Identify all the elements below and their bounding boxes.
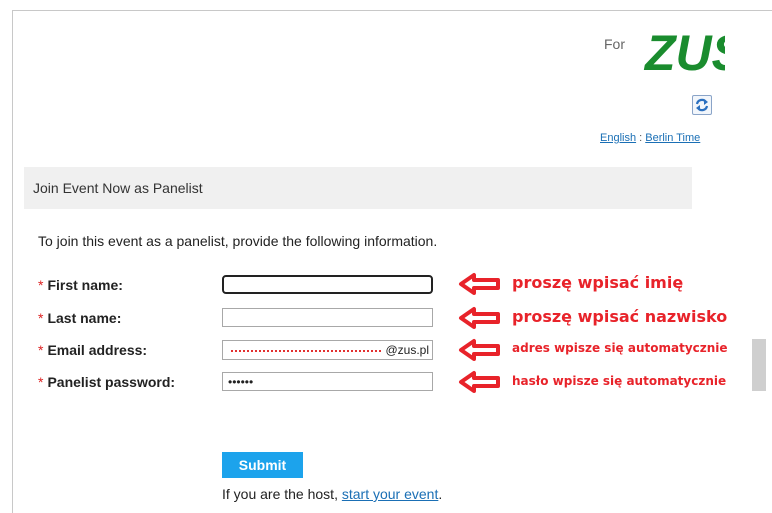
lang-separator: : bbox=[636, 132, 646, 144]
refresh-icon bbox=[695, 98, 709, 112]
annotation-password: hasło wpisze się automatycznie bbox=[512, 374, 727, 388]
annotation-email: adres wpisze się automatycznie bbox=[512, 341, 728, 355]
password-label: * Panelist password: bbox=[38, 374, 175, 390]
section-title: Join Event Now as Panelist bbox=[33, 180, 203, 196]
language-link[interactable]: English bbox=[600, 132, 636, 144]
email-domain: @zus.pl bbox=[385, 343, 429, 357]
required-mark: * bbox=[38, 277, 44, 293]
timezone-link[interactable]: Berlin Time bbox=[645, 132, 700, 144]
password-input[interactable] bbox=[222, 372, 433, 391]
left-arrow-icon bbox=[459, 307, 500, 329]
left-arrow-icon bbox=[459, 273, 500, 295]
first-name-label: * First name: bbox=[38, 277, 123, 293]
email-redacted bbox=[231, 350, 381, 352]
section-header: Join Event Now as Panelist bbox=[24, 167, 692, 209]
email-label: * Email address: bbox=[38, 342, 147, 358]
left-arrow-icon bbox=[459, 371, 500, 393]
submit-button[interactable]: Submit bbox=[222, 452, 303, 478]
required-mark: * bbox=[38, 310, 44, 326]
email-field[interactable]: @zus.pl bbox=[222, 340, 433, 360]
last-name-label-text: Last name: bbox=[47, 310, 122, 326]
first-name-label-text: First name: bbox=[47, 277, 123, 293]
intro-text: To join this event as a panelist, provid… bbox=[38, 233, 438, 249]
start-event-link[interactable]: start your event bbox=[342, 486, 439, 502]
for-label: For bbox=[604, 36, 625, 52]
required-mark: * bbox=[38, 374, 44, 390]
host-line: If you are the host, start your event. bbox=[222, 486, 442, 502]
password-label-text: Panelist password: bbox=[47, 374, 176, 390]
required-mark: * bbox=[38, 342, 44, 358]
host-text: If you are the host, bbox=[222, 486, 342, 502]
svg-text:ZUS: ZUS bbox=[643, 25, 725, 76]
annotation-last-name: proszę wpisać nazwisko bbox=[512, 307, 728, 326]
email-label-text: Email address: bbox=[47, 342, 148, 358]
refresh-button[interactable] bbox=[692, 95, 712, 115]
last-name-input[interactable] bbox=[222, 308, 433, 327]
first-name-input[interactable] bbox=[222, 275, 433, 294]
zus-logo: ZUS bbox=[643, 24, 745, 81]
page-frame bbox=[12, 10, 772, 513]
host-end: . bbox=[438, 486, 443, 502]
language-timezone: English : Berlin Time bbox=[600, 132, 700, 144]
last-name-label: * Last name: bbox=[38, 310, 121, 326]
scrollbar-thumb[interactable] bbox=[752, 339, 766, 391]
annotation-first-name: proszę wpisać imię bbox=[512, 273, 684, 292]
left-arrow-icon bbox=[459, 339, 500, 361]
